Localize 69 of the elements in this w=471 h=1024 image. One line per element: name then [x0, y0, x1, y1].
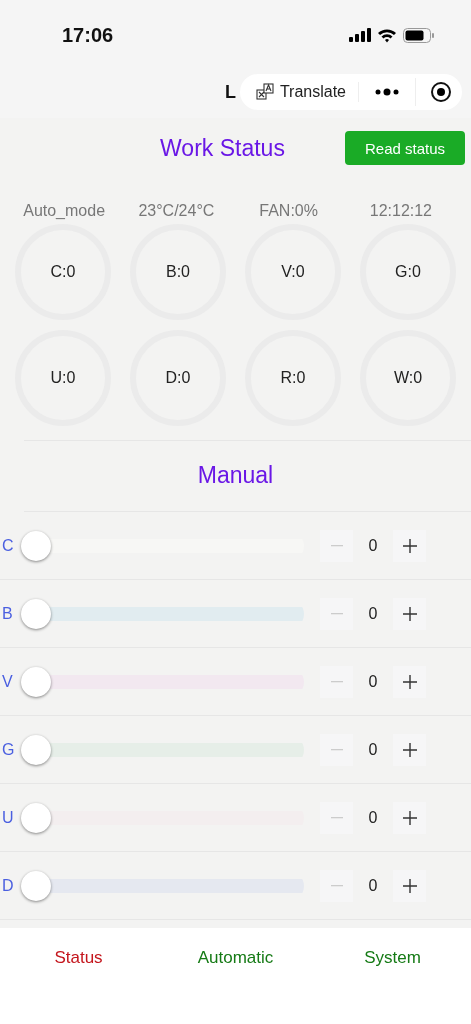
user-initial: L [224, 81, 236, 103]
slider-thumb[interactable] [21, 666, 51, 697]
decrement-button[interactable] [320, 529, 353, 562]
increment-button[interactable] [393, 733, 426, 766]
slider-thumb[interactable] [21, 734, 51, 765]
slider-thumb[interactable] [21, 870, 51, 901]
slider-thumb[interactable] [21, 598, 51, 629]
minus-icon [330, 680, 343, 683]
channel-value: 0 [367, 536, 379, 555]
gauge-value: C:0 [50, 263, 76, 281]
channel-label: U [1, 808, 15, 827]
channel-label: C [1, 536, 15, 555]
minus-icon [330, 816, 343, 819]
plus-icon [402, 742, 417, 757]
nav-tab[interactable]: System [314, 928, 471, 968]
gauge-value: G:0 [395, 263, 421, 281]
increment-button[interactable] [393, 529, 426, 562]
signal-icon [349, 28, 371, 42]
minus-icon [330, 748, 343, 751]
gauge-value: W:0 [393, 369, 423, 387]
decrement-button[interactable] [320, 665, 353, 698]
status-reading: 23°C/24°C [137, 202, 216, 220]
slider-thumb[interactable] [21, 802, 51, 833]
minus-icon [330, 544, 343, 547]
gauge-value: R:0 [280, 369, 306, 387]
status-reading: FAN:0% [258, 202, 319, 220]
battery-icon [403, 27, 435, 43]
minus-icon [330, 884, 343, 887]
increment-button[interactable] [393, 869, 426, 902]
nav-tab[interactable]: Status [0, 928, 157, 968]
nav-tab[interactable]: Automatic [157, 928, 314, 968]
channel-value: 0 [367, 876, 379, 895]
minus-icon [330, 612, 343, 615]
gauge-value: U:0 [50, 369, 76, 387]
increment-button[interactable] [393, 597, 426, 630]
section-title: Work Status [159, 134, 286, 162]
clock-time: 17:06 [62, 23, 114, 47]
increment-button[interactable] [393, 665, 426, 698]
decrement-button[interactable] [320, 733, 353, 766]
channel-value: 0 [367, 672, 379, 691]
decrement-button[interactable] [320, 597, 353, 630]
target-icon[interactable] [430, 81, 452, 103]
status-reading: 12:12:12 [368, 202, 433, 220]
translate-button[interactable]: Translate [249, 82, 359, 102]
channel-value: 0 [367, 604, 379, 623]
more-icon[interactable] [375, 88, 399, 96]
channel-label: V [1, 672, 14, 691]
increment-button[interactable] [393, 801, 426, 834]
plus-icon [402, 878, 417, 893]
read-status-button[interactable]: Read status [344, 131, 465, 165]
plus-icon [402, 538, 417, 553]
channel-label: B [1, 604, 14, 623]
gauge-value: D:0 [165, 369, 191, 387]
plus-icon [402, 674, 417, 689]
decrement-button[interactable] [320, 869, 353, 902]
translate-icon [255, 83, 274, 101]
status-reading: Auto_mode [22, 202, 107, 220]
gauge-value: V:0 [281, 263, 305, 281]
plus-icon [402, 606, 417, 621]
channel-label: D [1, 876, 15, 895]
channel-label: G [1, 740, 16, 759]
section-title: Manual [196, 461, 275, 490]
decrement-button[interactable] [320, 801, 353, 834]
wifi-icon [377, 27, 397, 43]
channel-value: 0 [367, 740, 379, 759]
gauge-value: B:0 [166, 263, 190, 281]
channel-value: 0 [367, 808, 379, 827]
slider-thumb[interactable] [21, 530, 51, 561]
plus-icon [402, 810, 417, 825]
